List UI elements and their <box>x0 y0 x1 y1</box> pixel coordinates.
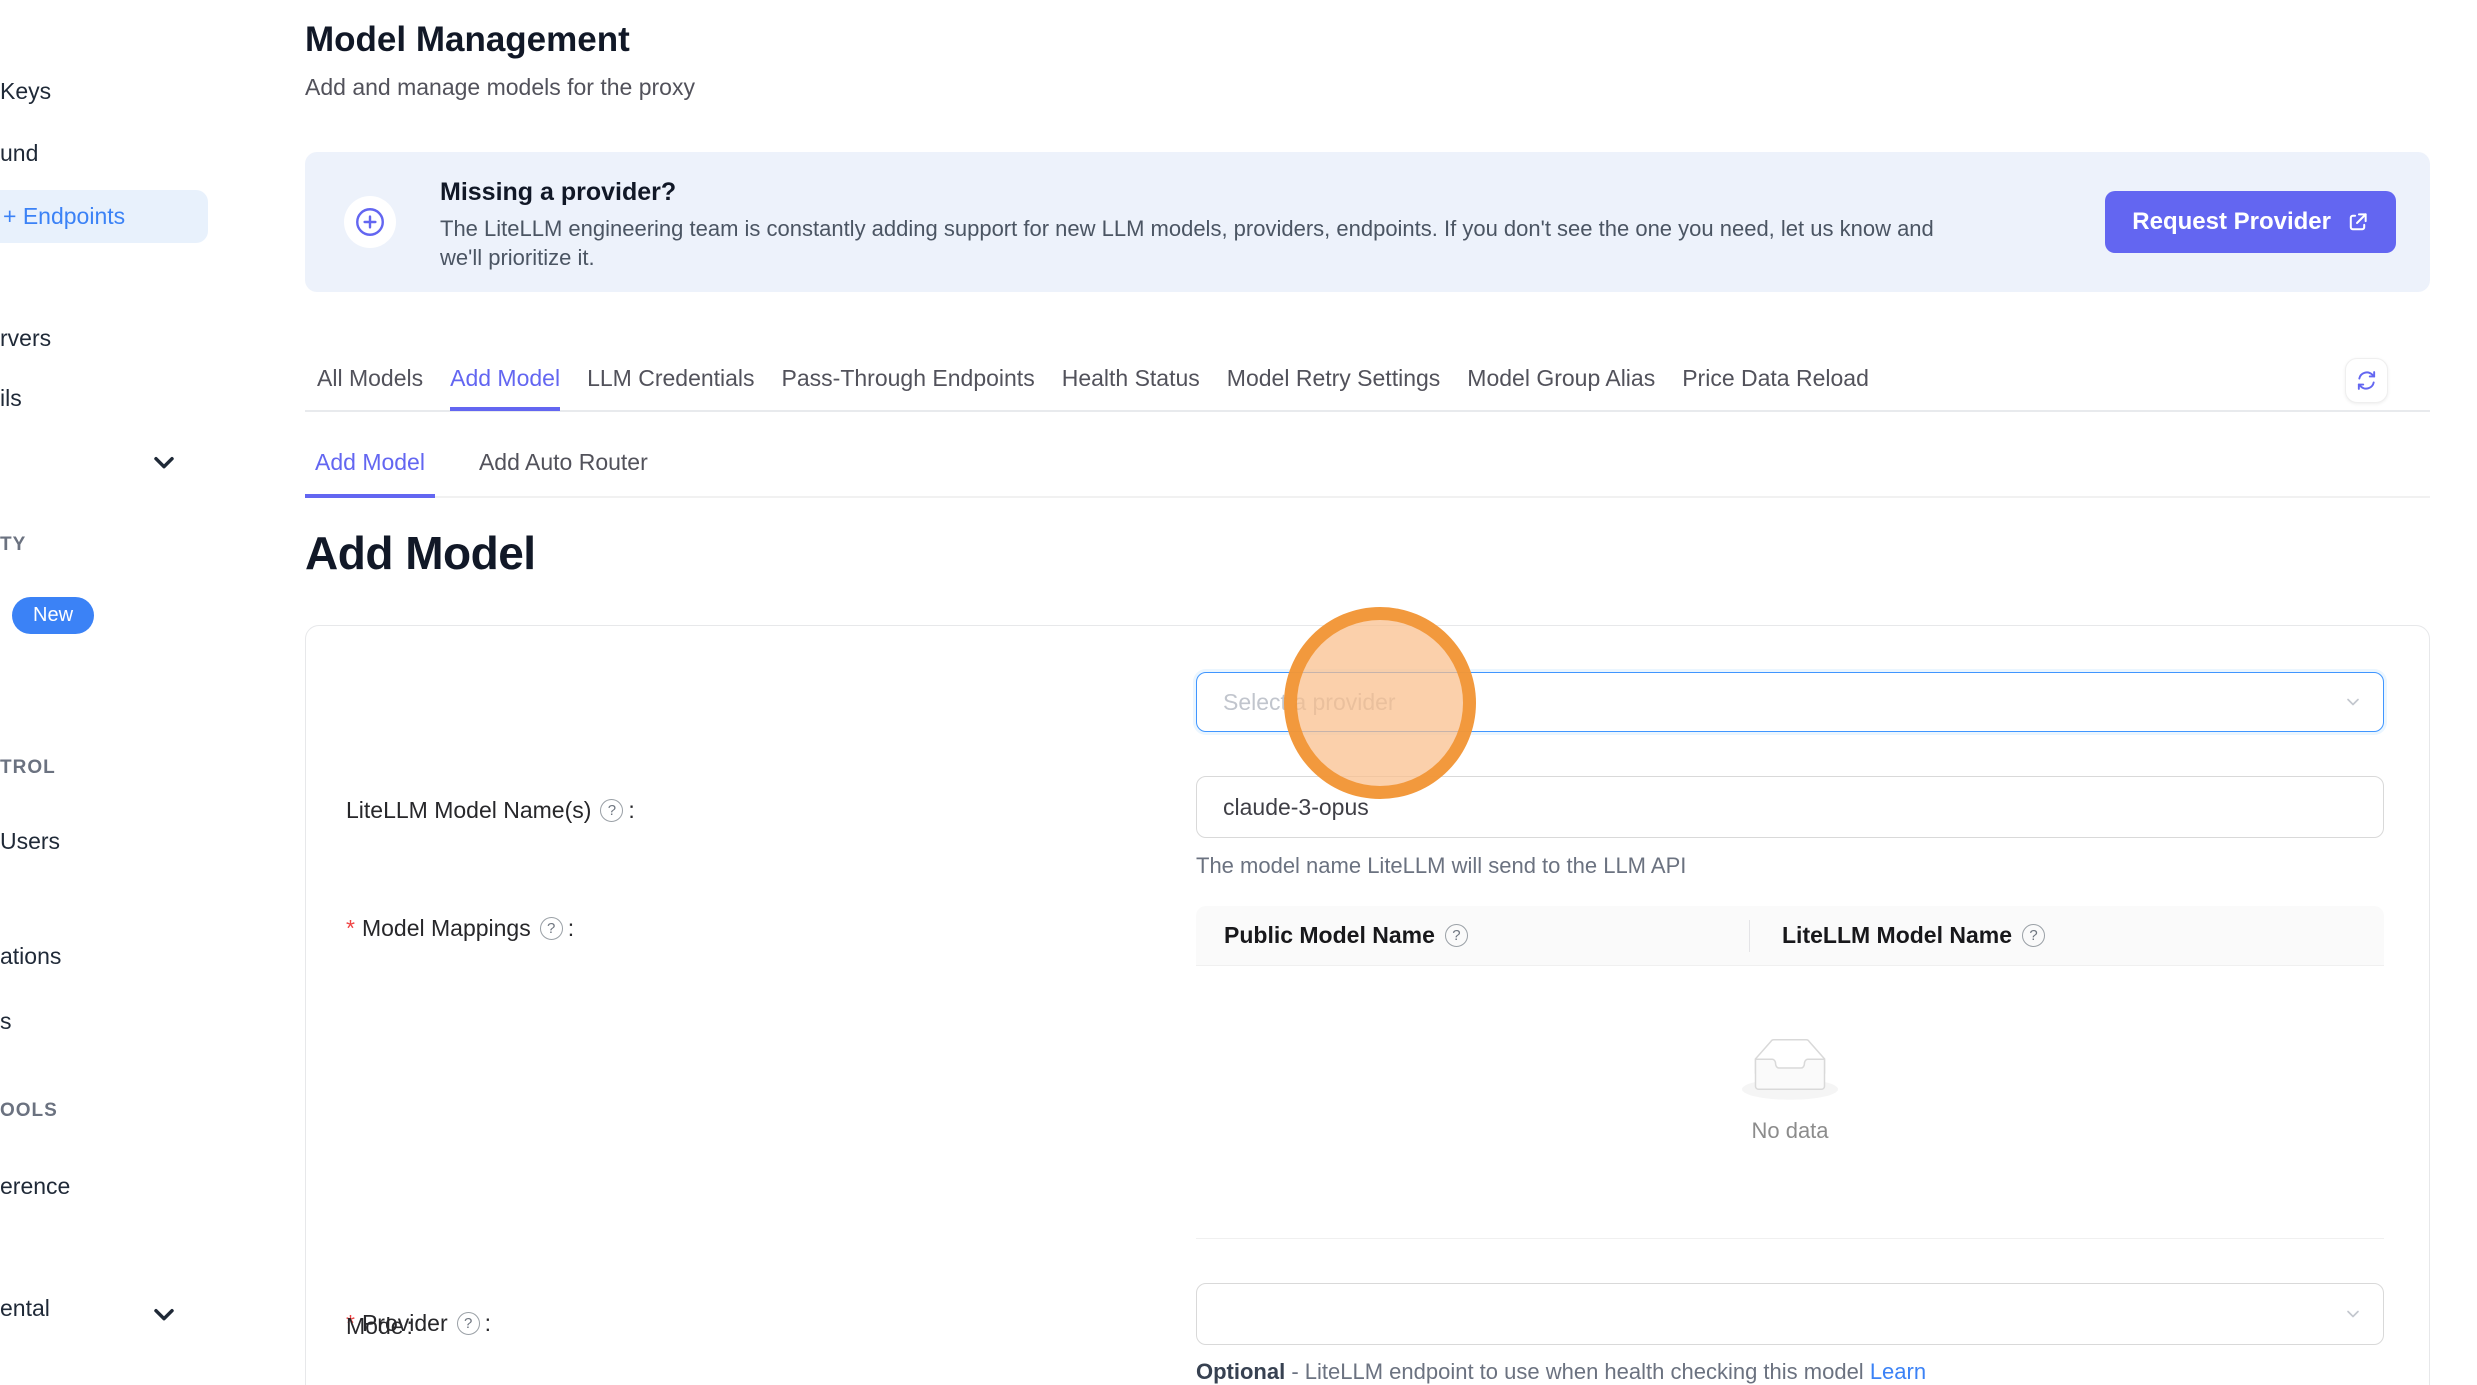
provider-select[interactable] <box>1196 672 2384 732</box>
tab-llm-credentials[interactable]: LLM Credentials <box>587 364 754 411</box>
sidebar-item-servers[interactable]: rvers <box>0 325 51 352</box>
refresh-button[interactable] <box>2345 358 2388 403</box>
mode-select-input[interactable] <box>1197 1284 2383 1344</box>
column-public-model-name: Public Model Name ? <box>1224 922 1471 949</box>
sidebar-section-label: TROL <box>0 757 56 779</box>
help-icon[interactable]: ? <box>600 799 623 822</box>
help-icon[interactable]: ? <box>1445 924 1468 947</box>
chevron-down-icon <box>2343 1304 2363 1324</box>
tab-pass-through-endpoints[interactable]: Pass-Through Endpoints <box>782 364 1035 411</box>
add-model-heading: Add Model <box>305 526 536 580</box>
help-icon[interactable]: ? <box>540 917 563 940</box>
no-data-text: No data <box>1751 1118 1828 1144</box>
help-icon[interactable]: ? <box>2022 924 2045 947</box>
model-mappings-empty-state: No data <box>1196 966 2384 1239</box>
request-provider-label: Request Provider <box>2132 208 2331 236</box>
sidebar-item-endpoints-label: + Endpoints <box>0 203 125 230</box>
sidebar-item-teams[interactable]: s <box>0 1008 12 1035</box>
mode-label: Mode : <box>346 1313 413 1340</box>
chevron-down-icon <box>2343 692 2363 712</box>
sidebar-item-endpoints[interactable]: + Endpoints <box>0 190 208 243</box>
chevron-down-icon[interactable] <box>148 1298 180 1330</box>
chevron-down-icon[interactable] <box>148 446 180 478</box>
banner-title: Missing a provider? <box>440 178 676 207</box>
page-title: Model Management <box>305 20 630 60</box>
sidebar-item-keys[interactable]: Keys <box>0 78 51 105</box>
empty-box-icon <box>1742 1038 1838 1100</box>
tab-add-model[interactable]: Add Model <box>450 364 560 411</box>
banner-text-line2: we'll prioritize it. <box>440 245 595 271</box>
sidebar-item-playground[interactable]: und <box>0 140 38 167</box>
new-badge: New <box>12 597 94 634</box>
mode-helper: Optional - LiteLLM endpoint to use when … <box>1196 1359 1926 1385</box>
learn-link[interactable]: Learn <box>1870 1359 1926 1384</box>
tab-price-data-reload[interactable]: Price Data Reload <box>1682 364 1869 411</box>
help-icon[interactable]: ? <box>457 1312 480 1335</box>
banner-text-line1: The LiteLLM engineering team is constant… <box>440 216 1934 242</box>
column-divider <box>1749 920 1750 952</box>
tab-health-status[interactable]: Health Status <box>1062 364 1200 411</box>
column-litellm-model-name: LiteLLM Model Name ? <box>1782 922 2048 949</box>
mode-select[interactable] <box>1196 1283 2384 1345</box>
sidebar-item-reference[interactable]: erence <box>0 1173 70 1200</box>
sidebar-section-label: TY <box>0 534 26 556</box>
tab-all-models[interactable]: All Models <box>317 364 423 411</box>
add-model-subtabs: Add Model Add Auto Router <box>305 448 658 498</box>
model-name-label: LiteLLM Model Name(s) ? : <box>346 797 635 824</box>
required-mark: * <box>346 915 355 942</box>
sidebar: Keys und + Endpoints rvers ils TY New TR… <box>0 0 262 1385</box>
subtab-add-auto-router[interactable]: Add Auto Router <box>469 448 658 498</box>
model-name-input[interactable] <box>1197 777 2383 837</box>
sidebar-item-organizations[interactable]: ations <box>0 943 61 970</box>
tab-model-group-alias[interactable]: Model Group Alias <box>1467 364 1655 411</box>
request-provider-button[interactable]: Request Provider <box>2105 191 2396 253</box>
model-name-field[interactable] <box>1196 776 2384 838</box>
sync-icon <box>2355 369 2378 392</box>
page-subtitle: Add and manage models for the proxy <box>305 74 695 101</box>
sidebar-item-users[interactable]: Users <box>0 828 60 855</box>
sidebar-item-details[interactable]: ils <box>0 385 22 412</box>
app-root: Keys und + Endpoints rvers ils TY New TR… <box>0 0 2477 1385</box>
plus-circle-icon <box>344 196 396 248</box>
model-name-helper: The model name LiteLLM will send to the … <box>1196 853 1686 879</box>
provider-select-input[interactable] <box>1197 673 2383 731</box>
model-mappings-table: Public Model Name ? LiteLLM Model Name ? <box>1196 906 2384 1239</box>
missing-provider-banner: Missing a provider? The LiteLLM engineer… <box>305 152 2430 292</box>
sidebar-section-label: OOLS <box>0 1100 58 1122</box>
model-tabs: All Models Add Model LLM Credentials Pas… <box>317 364 1869 411</box>
model-mappings-table-header: Public Model Name ? LiteLLM Model Name ? <box>1196 906 2384 966</box>
model-mappings-label: * Model Mappings ? : <box>346 915 574 942</box>
external-link-icon <box>2346 211 2369 234</box>
tab-model-retry-settings[interactable]: Model Retry Settings <box>1227 364 1440 411</box>
add-model-form-card: * Provider ? : LiteLLM Model Name(s) ? :… <box>305 625 2430 1385</box>
subtab-add-model[interactable]: Add Model <box>305 448 435 498</box>
sidebar-item-experimental[interactable]: ental <box>0 1295 50 1322</box>
